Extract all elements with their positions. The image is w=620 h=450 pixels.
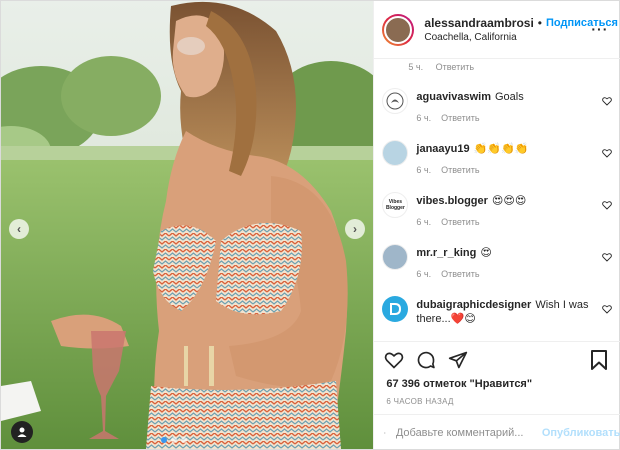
comment-time: 6 ч.: [416, 217, 432, 227]
carousel-indicators: [161, 437, 187, 443]
like-heart-icon[interactable]: [384, 350, 404, 370]
post-location[interactable]: Coachella, California: [424, 32, 618, 43]
comment-bubble-icon[interactable]: [416, 350, 436, 370]
commenter-avatar[interactable]: Vibes Blogger: [382, 192, 409, 218]
heart-icon[interactable]: [602, 96, 613, 106]
comment-meta: 5 ч. Ответить: [408, 62, 474, 72]
carousel-next-button[interactable]: ›: [345, 219, 365, 239]
chevron-left-icon: ‹: [17, 222, 21, 236]
comment-text: Goals: [494, 91, 524, 103]
comment-meta: 6 ч. Ответить: [416, 165, 479, 175]
comment-text: 😍: [480, 247, 492, 259]
instagram-post: ‹ › alessandraambrosi • Подписаться Coac…: [0, 0, 620, 450]
comment-username[interactable]: janaayu19: [416, 143, 469, 155]
comment-username[interactable]: mr.r_r_king: [416, 247, 476, 259]
comment-text: 😍😍😍: [491, 195, 527, 207]
comment-time: 6 ч.: [416, 269, 432, 279]
share-send-icon[interactable]: [448, 350, 468, 370]
bookmark-icon[interactable]: [590, 350, 608, 370]
heart-icon[interactable]: [602, 304, 613, 314]
heart-icon[interactable]: [602, 252, 613, 262]
commenter-avatar[interactable]: [382, 88, 409, 114]
comment-username[interactable]: vibes.blogger: [416, 195, 488, 207]
emoji-smiley-icon[interactable]: [384, 424, 386, 442]
commenter-avatar[interactable]: [382, 140, 409, 166]
reply-link[interactable]: Ответить: [441, 217, 479, 227]
comment-meta: 6 ч. Ответить: [416, 113, 479, 123]
post-time: 6 ЧАСОВ НАЗАД: [386, 397, 454, 406]
carousel-dot: [161, 437, 167, 443]
post-media[interactable]: ‹ ›: [1, 1, 374, 449]
heart-icon[interactable]: [602, 148, 613, 158]
comment-time: 6 ч.: [416, 113, 432, 123]
chevron-right-icon: ›: [353, 222, 357, 236]
avatar-logo-text: Vibes Blogger: [385, 199, 405, 211]
add-comment-bar: Опубликовать: [374, 414, 620, 450]
commenter-avatar[interactable]: [382, 296, 409, 322]
aguaviva-logo-icon: [386, 92, 404, 110]
likes-count[interactable]: 67 396 отметок "Нравится": [386, 378, 532, 390]
publish-button[interactable]: Опубликовать: [542, 427, 620, 439]
post-photo: [1, 1, 374, 449]
d-logo-icon: [390, 303, 402, 315]
more-horizontal-icon[interactable]: ···: [591, 21, 608, 37]
comment-meta: 6 ч. Ответить: [416, 217, 479, 227]
reply-link[interactable]: Ответить: [441, 269, 479, 279]
user-icon: [17, 427, 27, 437]
reply-link[interactable]: Ответить: [441, 165, 479, 175]
heart-icon[interactable]: [602, 200, 613, 210]
reply-link[interactable]: Ответить: [441, 113, 479, 123]
comment-input[interactable]: [395, 426, 536, 439]
comment-time: 6 ч.: [416, 165, 432, 175]
user-tags-button[interactable]: [11, 421, 33, 443]
reply-link[interactable]: Ответить: [436, 62, 474, 72]
carousel-dot: [171, 437, 177, 443]
post-actions: 67 396 отметок "Нравится" 6 ЧАСОВ НАЗАД …: [374, 341, 620, 449]
carousel-dot: [181, 437, 187, 443]
comment-meta: 6 ч. Ответить: [416, 269, 479, 279]
comment-username[interactable]: aguavivaswim: [416, 91, 491, 103]
comment-time: 5 ч.: [408, 62, 424, 72]
post-header: alessandraambrosi • Подписаться Coachell…: [374, 1, 620, 59]
commenter-avatar[interactable]: [382, 244, 409, 270]
separator-dot: •: [537, 16, 542, 30]
post-side-panel: alessandraambrosi • Подписаться Coachell…: [373, 1, 620, 449]
carousel-prev-button[interactable]: ‹: [9, 219, 29, 239]
comment-username[interactable]: dubaigraphicdesigner: [416, 299, 531, 311]
comments-list[interactable]: 5 ч. Ответить aguavivaswim Goals 6 ч. Отве…: [374, 60, 620, 340]
comment-text: 👏👏👏👏: [473, 143, 529, 155]
author-username[interactable]: alessandraambrosi: [424, 16, 533, 30]
author-avatar[interactable]: [382, 13, 415, 46]
